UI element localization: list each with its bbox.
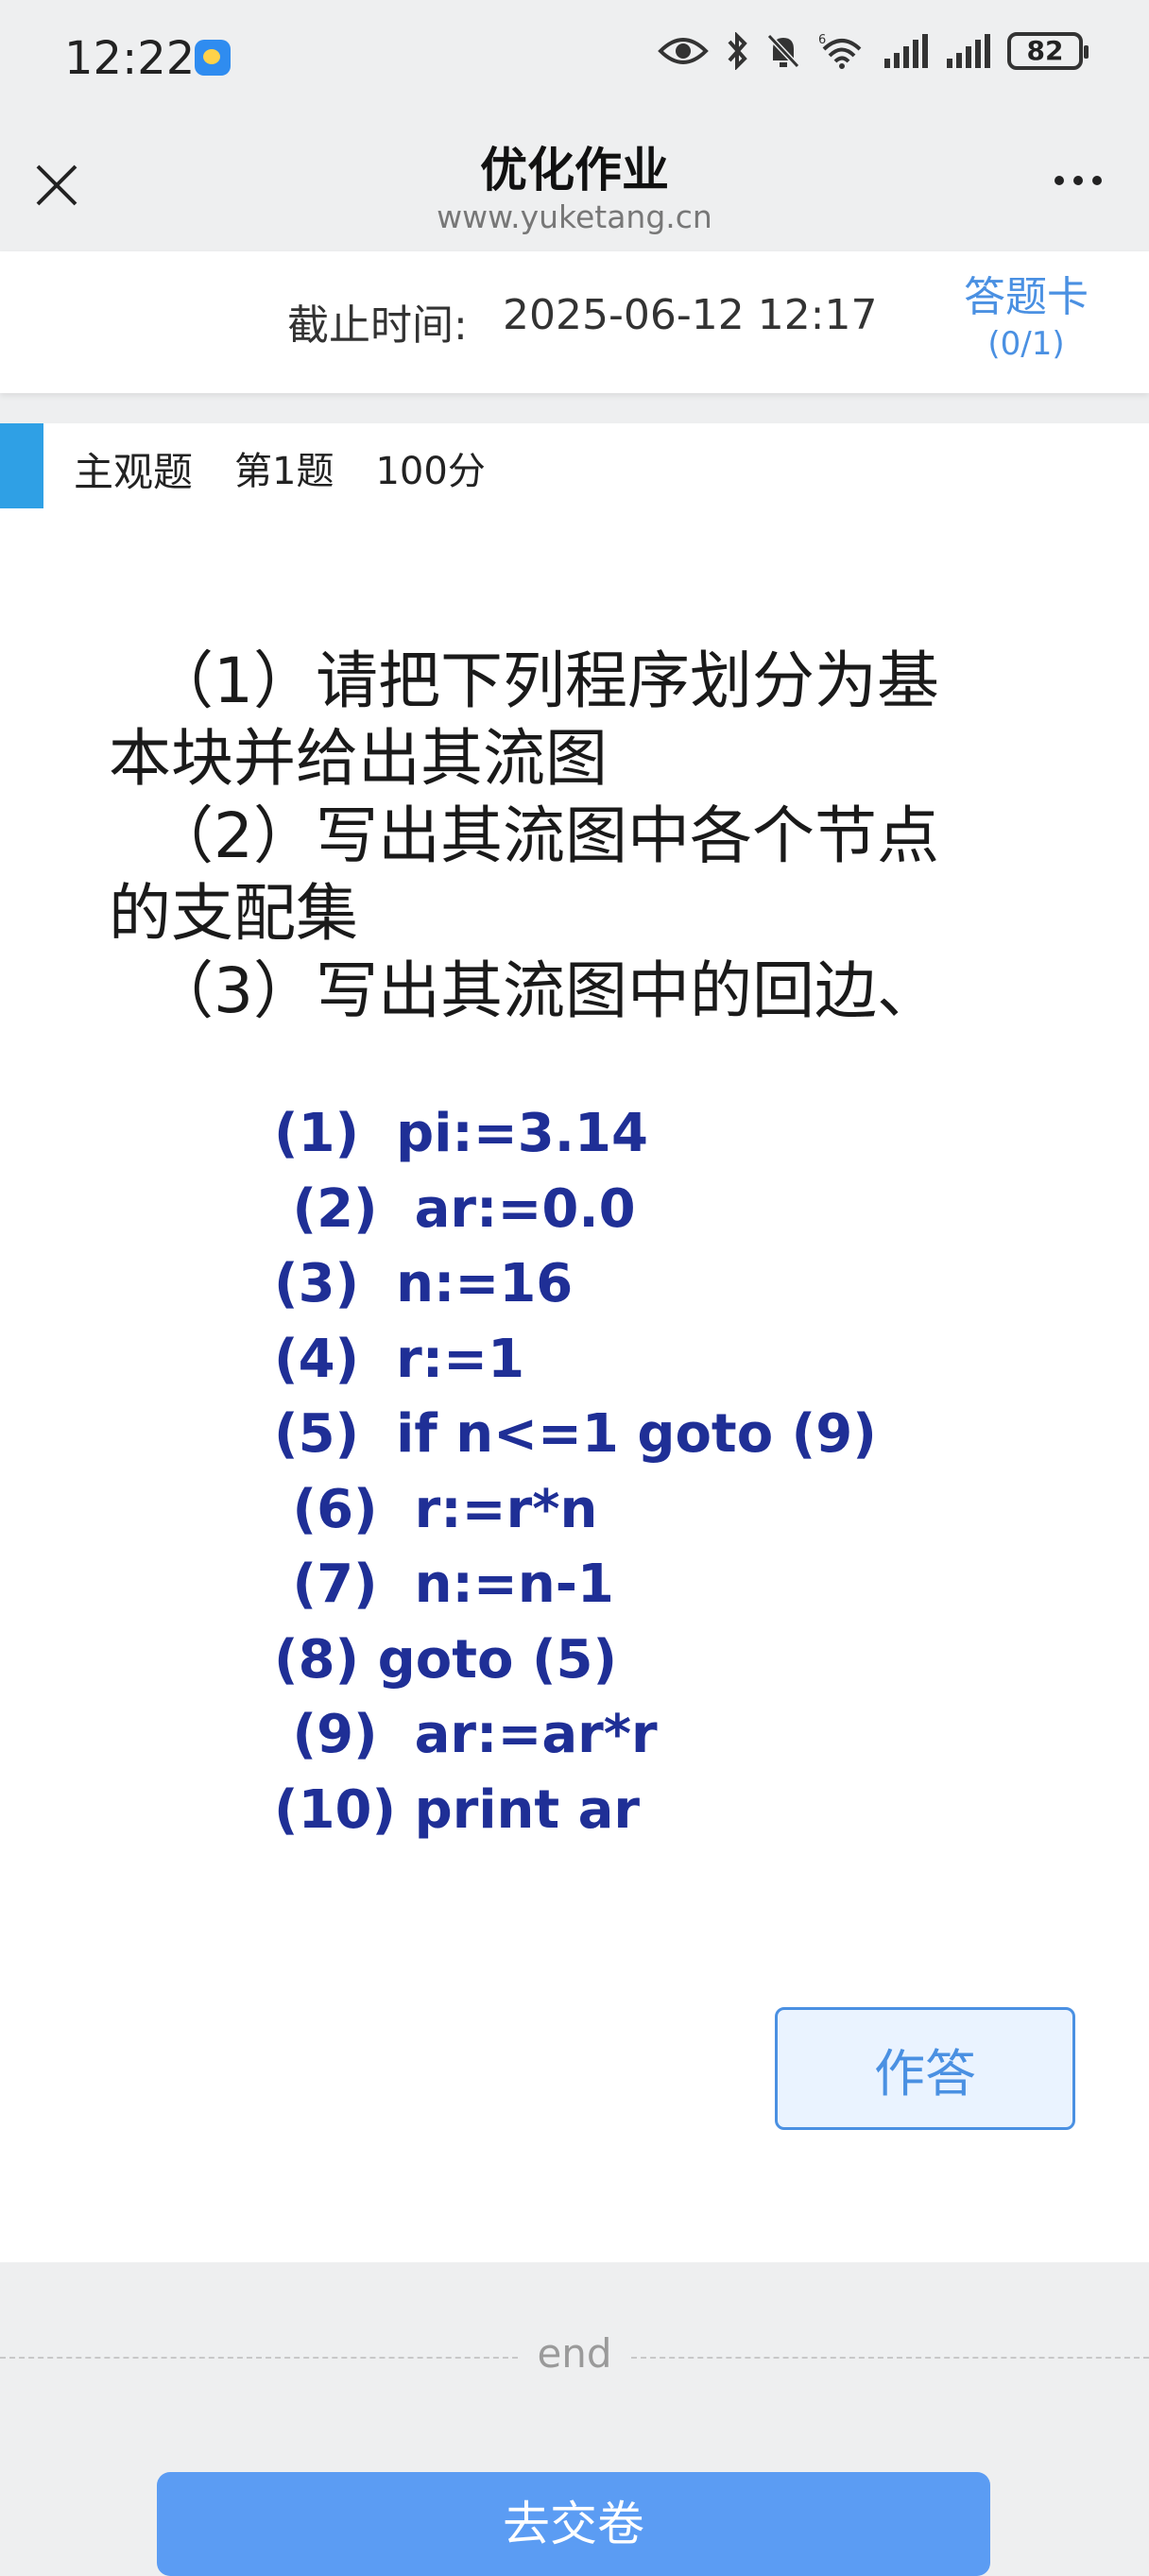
page-url: www.yuketang.cn bbox=[437, 198, 712, 235]
question-type: 主观题 bbox=[74, 449, 194, 495]
submit-button[interactable]: 去交卷 bbox=[157, 2472, 990, 2576]
nav-bar: 优化作业 www.yuketang.cn bbox=[0, 113, 1149, 251]
signal-2-icon bbox=[947, 34, 990, 68]
question-accent-bar bbox=[0, 423, 43, 508]
answer-button[interactable]: 作答 bbox=[775, 2007, 1075, 2130]
code-line: (8) goto (5) bbox=[274, 1628, 618, 1691]
question-number: 第1题 bbox=[234, 450, 334, 493]
code-line: (5) if n<=1 goto (9) bbox=[274, 1403, 877, 1465]
more-options-icon[interactable] bbox=[1055, 176, 1102, 185]
battery-icon: 82 bbox=[1007, 32, 1089, 70]
more-dot bbox=[1073, 176, 1083, 185]
code-line: (6) r:=r*n bbox=[274, 1478, 598, 1540]
deadline-label: 截止时间: bbox=[287, 301, 468, 350]
deadline-bar: 截止时间: 2025-06-12 12:17 答题卡 (0/1) bbox=[0, 251, 1149, 393]
answer-card-count: (0/1) bbox=[987, 325, 1065, 363]
end-divider: end bbox=[0, 2330, 1149, 2387]
code-line: (9) ar:=ar*r bbox=[274, 1704, 658, 1765]
signal-1-icon bbox=[884, 34, 928, 68]
mute-bell-icon bbox=[766, 33, 800, 69]
code-line: (7) n:=n-1 bbox=[274, 1554, 614, 1615]
answer-card-title: 答题卡 bbox=[964, 273, 1089, 321]
deadline-value: 2025-06-12 12:17 bbox=[503, 291, 878, 339]
code-line: (3) n:=16 bbox=[274, 1253, 574, 1314]
bluetooth-icon bbox=[728, 32, 747, 70]
code-line: (1) pi:=3.14 bbox=[274, 1103, 648, 1164]
status-bar: 12:22 6 82 bbox=[0, 0, 1149, 113]
page-title: 优化作业 bbox=[480, 143, 669, 197]
divider-line-right bbox=[631, 2357, 1149, 2359]
status-icons: 6 82 bbox=[658, 32, 1089, 70]
question-text-line: 本块并给出其流图 bbox=[109, 722, 608, 795]
question-text-line: （1）请把下列程序划分为基 bbox=[151, 644, 939, 717]
weather-app-icon bbox=[195, 40, 231, 76]
more-dot bbox=[1055, 176, 1064, 185]
wifi-icon: 6 bbox=[818, 33, 862, 69]
more-dot bbox=[1092, 176, 1102, 185]
question-panel: 主观题 第1题 100分 （1）请把下列程序划分为基 本块并给出其流图 （2）写… bbox=[0, 423, 1149, 2262]
code-line: (10) print ar bbox=[274, 1778, 641, 1841]
end-text: end bbox=[537, 2330, 612, 2377]
code-line: (2) ar:=0.0 bbox=[274, 1177, 636, 1240]
question-text-line: （3）写出其流图中的回边、 bbox=[151, 954, 939, 1027]
status-time: 12:22 bbox=[64, 32, 196, 85]
answer-card-button[interactable]: 答题卡 (0/1) bbox=[951, 263, 1102, 363]
question-text-line: （2）写出其流图中各个节点 bbox=[151, 799, 939, 872]
question-meta: 主观题 第1题 100分 bbox=[74, 440, 486, 498]
question-text: （1）请把下列程序划分为基 本块并给出其流图 （2）写出其流图中各个节点 的支配… bbox=[109, 643, 983, 1030]
question-text-line: 的支配集 bbox=[109, 877, 358, 950]
network-label: 6 bbox=[818, 33, 826, 47]
question-score: 100分 bbox=[375, 450, 486, 493]
question-code: (1) pi:=3.14 (2) ar:=0.0 (3) n:=16 (4) r… bbox=[274, 1096, 877, 1847]
code-line: (4) r:=1 bbox=[274, 1328, 525, 1390]
eye-icon bbox=[658, 38, 709, 64]
